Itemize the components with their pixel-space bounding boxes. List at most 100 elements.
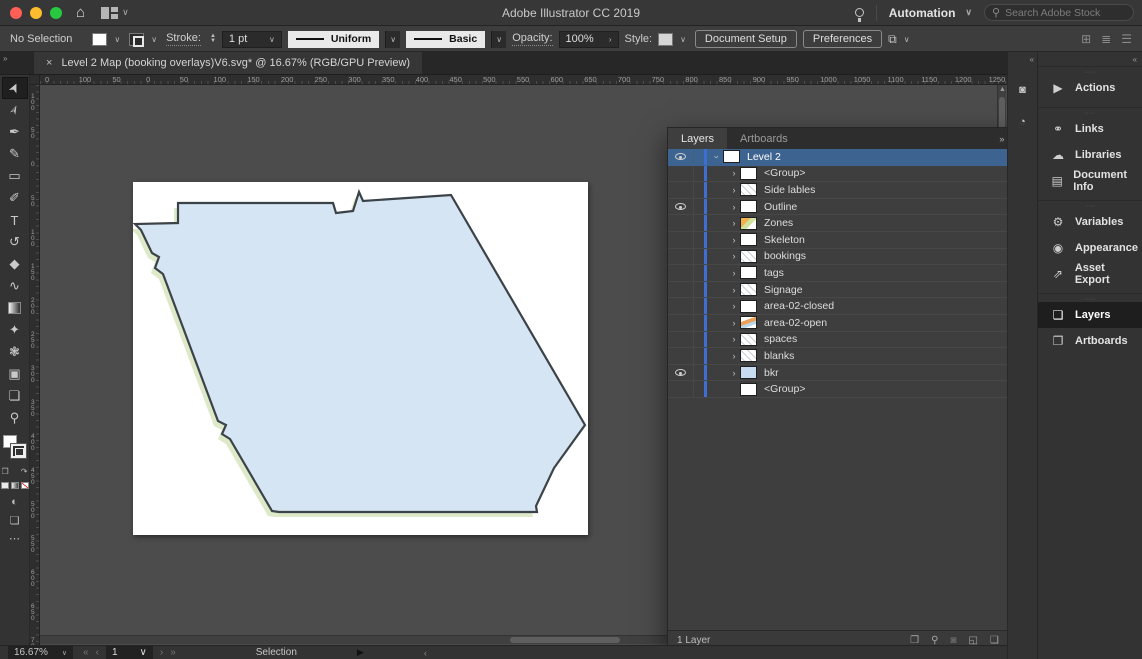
layer-thumbnail[interactable] (740, 283, 757, 297)
artboard-tool[interactable]: ❏ (2, 385, 28, 407)
layer-row[interactable]: ›Level 2○ (668, 149, 1034, 166)
layer-row[interactable]: ›Zones○ (668, 215, 1034, 232)
visibility-toggle[interactable] (668, 298, 694, 314)
layer-thumbnail[interactable] (740, 366, 757, 380)
minimize-window-button[interactable] (30, 6, 42, 19)
eyedropper-tool[interactable]: ✦ (2, 319, 28, 341)
expand-panels-icon[interactable]: « (1133, 55, 1138, 64)
layer-thumbnail[interactable] (740, 382, 757, 396)
color-panel-icon[interactable]: ◙ (1011, 78, 1035, 102)
layer-row[interactable]: <Group>○ (668, 381, 1034, 398)
layer-name[interactable]: Outline (764, 201, 797, 213)
expand-layer-icon[interactable]: › (728, 334, 740, 344)
curvature-tool[interactable]: ✎ (2, 143, 28, 165)
search-input[interactable]: ⚲ Search Adobe Stock (984, 4, 1134, 21)
fill-stroke-widget[interactable] (2, 435, 28, 461)
home-icon[interactable]: ⌂ (76, 5, 85, 20)
graphic-style-swatch[interactable] (658, 32, 674, 46)
edit-toolbar-icon[interactable]: ⋯ (2, 529, 28, 547)
dock-button-asset-export[interactable]: ⇗ Asset Export (1038, 261, 1142, 287)
opacity-label[interactable]: Opacity: (512, 32, 553, 46)
layer-thumbnail[interactable] (740, 299, 757, 313)
visibility-toggle[interactable] (668, 364, 694, 381)
chevron-down-icon[interactable]: ∨ (680, 35, 686, 44)
expand-layer-icon[interactable]: › (728, 368, 740, 378)
expand-panels-icon[interactable]: » (3, 54, 8, 63)
artboard-number-dropdown[interactable]: 1 ∨ (105, 645, 153, 659)
new-sublayer-icon[interactable]: ◱ (968, 635, 977, 646)
dock-button-libraries[interactable]: ☁ Libraries (1038, 142, 1142, 168)
isolate-selection-icon[interactable]: ⧉ (888, 32, 897, 47)
layer-row[interactable]: ›spaces○ (668, 331, 1034, 349)
expand-layer-icon[interactable]: › (728, 318, 740, 328)
tab-artboards[interactable]: Artboards (727, 128, 801, 149)
visibility-toggle[interactable] (668, 331, 694, 348)
width-profile-dropdown[interactable]: Uniform (287, 30, 380, 48)
layer-name[interactable]: area-02-open (764, 317, 827, 329)
eraser-tool[interactable]: ◆ (2, 253, 28, 275)
gradient-panel-icon[interactable]: ◔ (1011, 110, 1035, 134)
gradient-tool[interactable] (2, 297, 28, 319)
document-setup-button[interactable]: Document Setup (694, 30, 797, 48)
layer-name[interactable]: Side lables (764, 184, 815, 196)
arrange-documents-icon[interactable]: ⊞ (1081, 32, 1091, 46)
layer-name[interactable]: area-02-closed (764, 300, 834, 312)
visibility-toggle[interactable] (668, 182, 694, 198)
layer-row[interactable]: ›<Group>○ (668, 165, 1034, 183)
ruler-origin-corner[interactable] (30, 75, 40, 85)
expand-layer-icon[interactable]: › (728, 251, 740, 261)
stroke-weight-stepper[interactable]: ▲ ▼ (210, 33, 216, 44)
rotate-tool[interactable]: ↺ (2, 231, 28, 253)
layer-thumbnail[interactable] (740, 200, 757, 214)
last-artboard-icon[interactable]: » (170, 647, 176, 658)
expand-layer-icon[interactable]: › (728, 218, 740, 228)
next-artboard-icon[interactable]: › (160, 647, 163, 658)
selection-tool[interactable]: ➤ (1, 77, 28, 99)
layer-name[interactable]: bookings (764, 250, 806, 262)
zoom-window-button[interactable] (50, 6, 62, 19)
discover-lightbulb-icon[interactable] (854, 8, 864, 22)
expand-layer-icon[interactable]: › (728, 235, 740, 245)
layer-row[interactable]: ›Skeleton○ (668, 231, 1034, 249)
layer-name[interactable]: tags (764, 267, 784, 279)
layer-row[interactable]: ›tags○ (668, 265, 1034, 282)
layer-row[interactable]: ›area-02-open○ (668, 314, 1034, 332)
visibility-toggle[interactable] (668, 348, 694, 364)
layer-row[interactable]: ›Outline○ (668, 198, 1034, 216)
first-artboard-icon[interactable]: « (83, 647, 89, 658)
shape-builder-tool[interactable]: ▣ (2, 363, 28, 385)
paintbrush-tool[interactable]: ✐ (2, 187, 28, 209)
locate-object-icon[interactable]: ⚲ (931, 635, 938, 646)
visibility-toggle[interactable] (668, 248, 694, 265)
expand-layer-icon[interactable]: › (728, 185, 740, 195)
layer-row[interactable]: ›bkr○ (668, 364, 1034, 382)
layer-name[interactable]: bkr (764, 367, 779, 379)
layer-row[interactable]: ›bookings○ (668, 248, 1034, 266)
expand-layer-icon[interactable]: › (728, 301, 740, 311)
status-menu-icon[interactable]: ▶ (357, 647, 364, 658)
layer-name[interactable]: spaces (764, 333, 797, 345)
expand-layer-icon[interactable]: › (728, 168, 740, 178)
expand-layer-icon[interactable]: › (728, 202, 740, 212)
collect-for-export-icon[interactable]: ❐ (910, 635, 919, 646)
chevron-down-icon[interactable]: ∨ (151, 35, 157, 44)
layer-row[interactable]: ›blanks○ (668, 348, 1034, 365)
visibility-toggle[interactable] (668, 231, 694, 248)
layer-name[interactable]: Level 2 (747, 151, 781, 163)
none-chip[interactable] (20, 482, 29, 489)
visibility-toggle[interactable] (668, 149, 694, 165)
map-polygon[interactable] (133, 188, 587, 514)
screen-mode-icon[interactable]: ❏ (2, 511, 28, 529)
stroke-color-box[interactable] (10, 444, 26, 458)
artboard[interactable] (133, 182, 588, 535)
chevron-down-icon[interactable]: ∨ (385, 30, 401, 48)
layer-thumbnail[interactable] (740, 266, 757, 280)
expand-layer-icon[interactable]: › (728, 351, 740, 361)
opacity-field[interactable]: 100% › (558, 30, 619, 48)
layer-thumbnail[interactable] (740, 166, 757, 180)
zoom-level-dropdown[interactable]: 16.67% ∨ (8, 645, 74, 659)
dock-button-links[interactable]: ⚭Links (1038, 116, 1142, 142)
horizontal-scroll-thumb[interactable] (510, 637, 620, 643)
scroll-up-icon[interactable]: ▲ (999, 86, 1006, 93)
collapse-panel-icon[interactable]: » (999, 134, 1004, 144)
